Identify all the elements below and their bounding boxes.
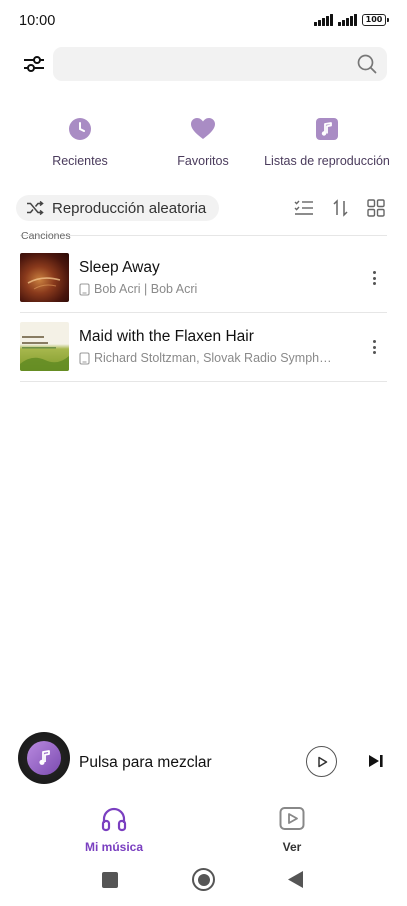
song-subtitle: Richard Stoltzman, Slovak Radio Symphony… bbox=[79, 351, 337, 365]
search-input[interactable] bbox=[53, 47, 387, 81]
playlists-shortcut[interactable]: Listas de reproducción bbox=[262, 116, 392, 168]
tab-watch-label: Ver bbox=[282, 840, 302, 854]
signal-icon bbox=[338, 14, 357, 26]
shuffle-label: Reproducción aleatoria bbox=[52, 199, 207, 217]
now-playing-disc[interactable] bbox=[18, 732, 70, 784]
song-artist-album: Bob Acri | Bob Acri bbox=[94, 282, 198, 296]
status-bar: 10:00 100 bbox=[0, 0, 407, 42]
battery-icon: 100 bbox=[362, 14, 389, 26]
status-time: 10:00 bbox=[19, 13, 56, 29]
favorites-label: Favoritos bbox=[177, 154, 229, 168]
favorites-shortcut[interactable]: Favoritos bbox=[138, 116, 268, 168]
phone-storage-icon bbox=[79, 351, 90, 365]
home-button[interactable] bbox=[192, 868, 215, 891]
music-note-icon bbox=[39, 750, 50, 765]
song-title: Sleep Away bbox=[79, 259, 160, 276]
album-cover bbox=[20, 322, 69, 371]
section-label: Canciones bbox=[21, 230, 71, 242]
recent-shortcut[interactable]: Recientes bbox=[15, 116, 145, 168]
song-title: Maid with the Flaxen Hair bbox=[79, 328, 254, 345]
more-options-icon[interactable] bbox=[369, 269, 379, 287]
video-play-icon bbox=[279, 807, 305, 830]
play-icon bbox=[317, 756, 327, 767]
back-button[interactable] bbox=[287, 870, 304, 889]
signal-icon bbox=[314, 14, 334, 26]
tab-my-music-label: Mi música bbox=[84, 840, 144, 854]
song-subtitle: Bob Acri | Bob Acri bbox=[79, 282, 197, 296]
tab-my-music[interactable]: Mi música bbox=[64, 805, 164, 854]
sliders-icon bbox=[24, 56, 44, 72]
divider bbox=[20, 312, 387, 313]
status-icons: 100 bbox=[314, 14, 389, 26]
play-button[interactable] bbox=[306, 746, 337, 777]
shuffle-play-button[interactable]: Reproducción aleatoria bbox=[16, 195, 220, 221]
sort-icon[interactable] bbox=[331, 198, 351, 218]
playlist-icon bbox=[314, 116, 340, 142]
heart-icon bbox=[190, 116, 216, 142]
clock-icon bbox=[67, 116, 93, 142]
divider bbox=[20, 381, 387, 382]
recent-apps-button[interactable] bbox=[102, 872, 118, 888]
mini-player[interactable]: Pulsa para mezclar bbox=[0, 732, 407, 792]
mini-player-text: Pulsa para mezclar bbox=[79, 754, 212, 771]
search-icon[interactable] bbox=[357, 54, 377, 74]
divider bbox=[20, 235, 387, 236]
album-cover bbox=[20, 253, 69, 302]
grid-view-icon[interactable] bbox=[366, 198, 386, 218]
filter-settings-button[interactable] bbox=[22, 54, 46, 74]
headphones-icon bbox=[101, 807, 127, 832]
more-options-icon[interactable] bbox=[369, 338, 379, 356]
multi-select-icon[interactable] bbox=[294, 198, 314, 218]
home-dot bbox=[197, 873, 210, 886]
shuffle-icon bbox=[27, 200, 44, 216]
recent-label: Recientes bbox=[52, 154, 108, 168]
playlists-label: Listas de reproducción bbox=[264, 154, 390, 168]
song-artist-album: Richard Stoltzman, Slovak Radio Symphony… bbox=[94, 351, 337, 365]
skip-next-icon[interactable] bbox=[367, 753, 385, 769]
tab-watch[interactable]: Ver bbox=[242, 805, 342, 854]
phone-storage-icon bbox=[79, 282, 90, 296]
